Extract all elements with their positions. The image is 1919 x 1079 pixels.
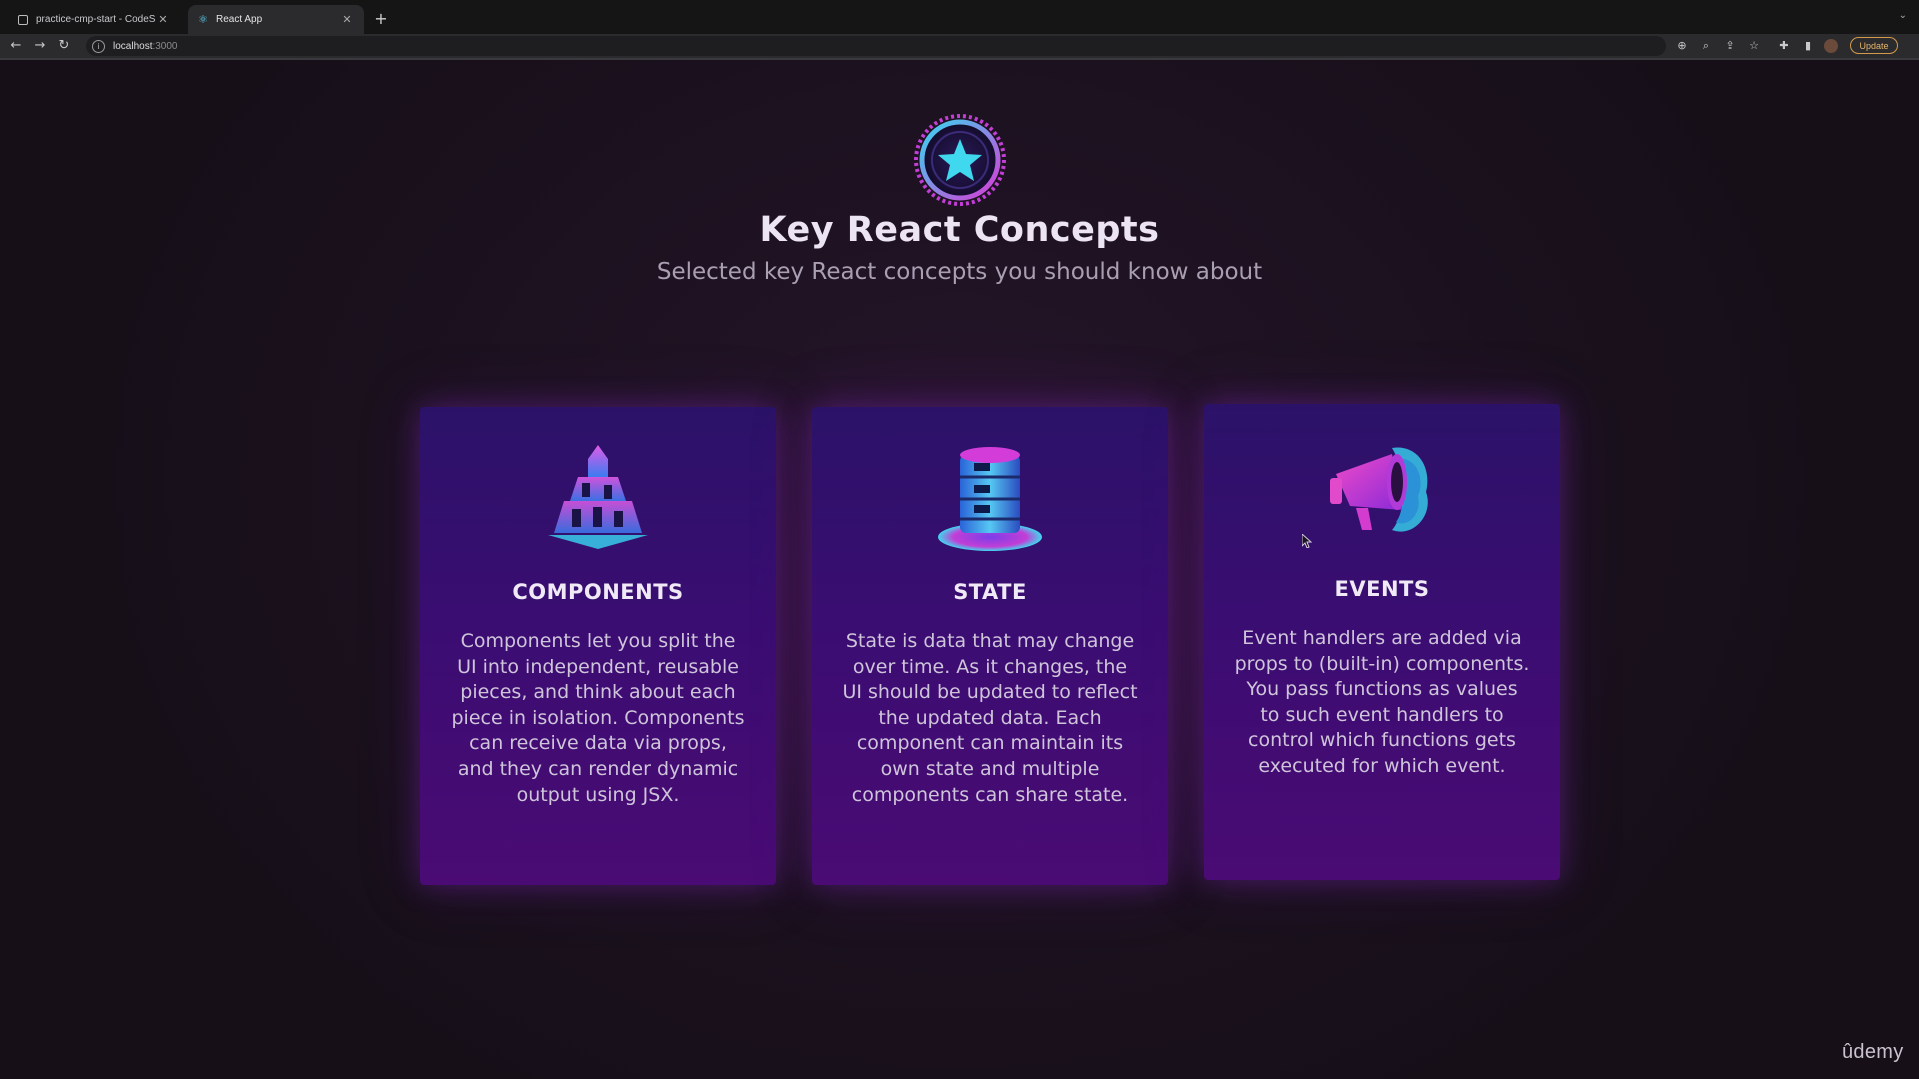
avatar[interactable] — [1824, 39, 1838, 53]
card-title: STATE — [953, 580, 1027, 604]
card-title: EVENTS — [1334, 577, 1430, 601]
app-page: Key React Concepts Selected key React co… — [0, 60, 1919, 1079]
card-description: Components let you split the UI into ind… — [451, 630, 745, 806]
install-icon[interactable]: ⊕ — [1674, 38, 1690, 54]
tab-title: React App — [216, 14, 263, 25]
mouse-cursor-icon — [1302, 534, 1312, 548]
card-description: State is data that may change over time.… — [842, 630, 1138, 806]
share-icon[interactable]: ⇪ — [1722, 38, 1738, 54]
close-icon[interactable]: ✕ — [340, 13, 354, 26]
new-tab-button[interactable]: + — [372, 9, 390, 28]
extensions-icon[interactable]: ✚ — [1776, 38, 1792, 54]
react-favicon-icon: ⚛ — [198, 13, 208, 26]
update-button[interactable]: Update — [1850, 37, 1898, 54]
info-icon[interactable]: i — [92, 39, 105, 53]
events-megaphone-icon — [1330, 447, 1428, 532]
concept-card-events: EVENTS Event handlers are added via prop… — [1204, 404, 1560, 880]
chevron-down-icon[interactable]: ⌄ — [1899, 10, 1907, 21]
close-icon[interactable]: ✕ — [156, 13, 170, 26]
url-host: localhost — [113, 40, 153, 52]
browser-tab-bar: practice-cmp-start - CodeSan ✕ ⚛ React A… — [0, 0, 1919, 35]
udemy-watermark: ûdemy — [1842, 1041, 1904, 1063]
state-icon — [938, 447, 1042, 551]
forward-icon[interactable]: → — [31, 37, 49, 55]
tab-title: practice-cmp-start - CodeSan — [36, 14, 156, 25]
address-bar[interactable]: i localhost:3000 — [86, 36, 1666, 56]
card-title: COMPONENTS — [512, 580, 684, 604]
back-icon[interactable]: ← — [7, 37, 25, 55]
bookmark-star-icon[interactable]: ☆ — [1746, 38, 1762, 54]
components-icon — [548, 445, 648, 549]
browser-toolbar: ← → ↻ i localhost:3000 ⊕ ⌕ ⇪ ☆ ✚ ▮ Updat… — [0, 34, 1919, 60]
side-panel-icon[interactable]: ▮ — [1800, 38, 1816, 54]
concept-card-components: COMPONENTS Components let you split the … — [420, 407, 776, 885]
card-description: Event handlers are added via props to (b… — [1234, 627, 1530, 777]
zoom-icon[interactable]: ⌕ — [1698, 38, 1714, 54]
page-title: Key React Concepts — [759, 210, 1160, 250]
concept-card-state: STATE State is data that may change over… — [812, 407, 1168, 885]
page-subtitle: Selected key React concepts you should k… — [656, 259, 1263, 285]
react-star-logo-icon — [914, 114, 1006, 206]
page-icon — [18, 14, 28, 25]
reload-icon[interactable]: ↻ — [55, 37, 73, 55]
browser-tab-react-app[interactable]: ⚛ React App ✕ — [188, 5, 364, 34]
browser-tab-codesandbox[interactable]: practice-cmp-start - CodeSan ✕ — [8, 5, 180, 34]
url-port: :3000 — [152, 40, 178, 52]
